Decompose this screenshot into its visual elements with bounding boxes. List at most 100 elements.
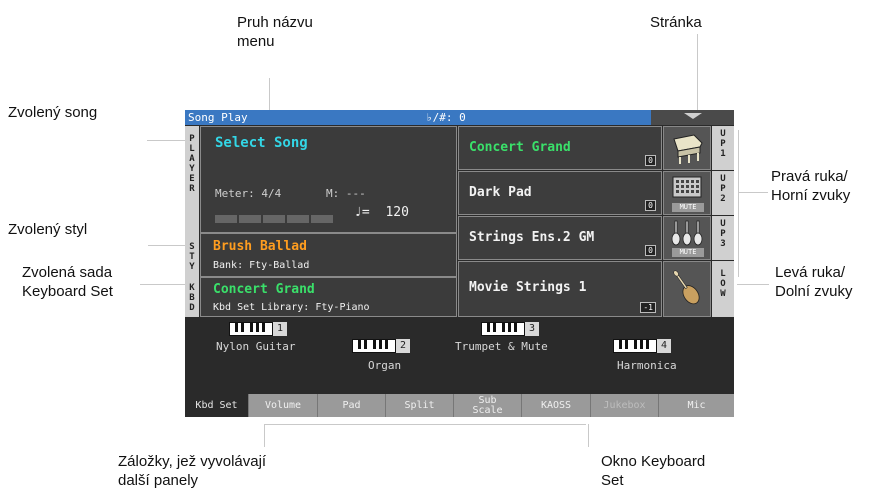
meter-value: 4/4 xyxy=(261,187,282,200)
chevron-down-icon xyxy=(684,113,702,119)
kbd-tab-label: K B D xyxy=(189,283,195,313)
octave-indicator: -1 xyxy=(640,302,656,313)
song-progress-bar xyxy=(215,210,333,228)
annotation-tabs: Záložky, jež vyvolávají další panely xyxy=(118,452,266,490)
style-tab[interactable]: S T Y xyxy=(185,233,199,277)
mute-indicator: MUTE xyxy=(672,203,704,212)
annotation-right-hand-line1: Pravá ruka/ xyxy=(771,168,848,185)
callout-line xyxy=(588,424,589,447)
kbd-set-slot-4[interactable]: 4 xyxy=(613,337,671,355)
sound-name: Concert Grand xyxy=(469,140,571,155)
tab-jukebox: Jukebox xyxy=(591,394,659,417)
keyboard-icon xyxy=(229,321,273,336)
kbd-set-name-1: Nylon Guitar xyxy=(216,340,296,353)
kbd-set-library: Kbd Set Library: Fty-Piano xyxy=(213,302,370,313)
violins-icon[interactable]: MUTE xyxy=(663,216,711,260)
library-value: Fty-Piano xyxy=(315,302,370,313)
keyboard-icon xyxy=(481,321,525,336)
menu-title-bar: Song Play ♭/#: 0 xyxy=(185,110,734,125)
annotation-kbd-window-line1: Okno Keyboard xyxy=(601,453,706,470)
annotation-kbd-window-line2: Set xyxy=(601,472,624,489)
measure-readout: M: --- xyxy=(326,187,366,200)
library-label: Kbd Set Library: xyxy=(213,302,310,313)
annotation-right-hand: Pravá ruka/ Horní zvuky xyxy=(771,167,850,205)
kbd-tab[interactable]: K B D xyxy=(185,277,199,317)
measure-label: M: xyxy=(326,187,340,200)
annotation-kbd-set-line2: Keyboard Set xyxy=(22,283,113,300)
callout-line xyxy=(738,192,768,193)
style-panel[interactable]: Brush Ballad Bank: Fty-Ballad xyxy=(200,233,457,277)
song-panel[interactable]: Select Song Meter: 4/4 M: --- ♩= 120 xyxy=(200,126,457,233)
kbd-set-name-4: Harmonica xyxy=(617,359,677,372)
mute-indicator: MUTE xyxy=(672,248,704,257)
annotation-tabs-line1: Záložky, jež vyvolávají xyxy=(118,453,267,470)
tab-volume[interactable]: Volume xyxy=(249,394,318,417)
kbd-set-name[interactable]: Concert Grand xyxy=(213,282,315,297)
keyboard-icon xyxy=(613,338,657,353)
kbd-set-number: 1 xyxy=(273,321,287,336)
callout-line xyxy=(697,34,698,112)
annotation-kbd-set-line1: Zvolená sada xyxy=(22,264,113,281)
style-name[interactable]: Brush Ballad xyxy=(213,239,307,254)
tab-split[interactable]: Split xyxy=(386,394,454,417)
octave-indicator: 0 xyxy=(645,155,656,166)
piano-icon[interactable] xyxy=(663,126,711,170)
annotation-left-hand-line1: Levá ruka/ xyxy=(775,264,846,281)
style-tab-label: S T Y xyxy=(189,242,195,272)
sound-slot-up3[interactable]: Strings Ens.2 GM 0 xyxy=(458,216,662,260)
callout-line xyxy=(147,140,187,141)
bank-value: Fty-Ballad xyxy=(249,260,310,271)
tab-kbd-set[interactable]: Kbd Set xyxy=(185,394,249,417)
tempo-symbol: ♩= xyxy=(354,205,370,220)
sound-slot-low[interactable]: Movie Strings 1 -1 xyxy=(458,261,662,317)
meter-label: Meter: xyxy=(215,187,255,200)
kbd-set-number: 2 xyxy=(396,338,410,353)
callout-line xyxy=(269,78,270,112)
tab-sub-scale[interactable]: Sub Scale xyxy=(454,394,522,417)
measure-value: --- xyxy=(345,187,366,200)
track-label-up3: UP3 xyxy=(712,216,734,260)
tab-pad[interactable]: Pad xyxy=(318,394,386,417)
callout-line xyxy=(738,130,739,277)
sound-name: Strings Ens.2 GM xyxy=(469,230,595,245)
track-label-up2: UP2 xyxy=(712,171,734,215)
page-menu-button[interactable] xyxy=(651,110,734,125)
kbd-set-name-2: Organ xyxy=(368,359,402,372)
callout-line xyxy=(264,424,586,425)
kbd-set-name-3: Trumpet & Mute xyxy=(455,340,548,353)
track-label-low: LOW xyxy=(712,261,734,317)
tempo-readout[interactable]: ♩= 120 xyxy=(354,205,409,220)
annotation-selected-song: Zvolený song xyxy=(8,104,98,121)
kbd-set-slot-2[interactable]: 2 xyxy=(352,337,410,355)
tab-kaoss[interactable]: KAOSS xyxy=(522,394,591,417)
tab-mic[interactable]: Mic xyxy=(659,394,734,417)
sound-slot-up2[interactable]: Dark Pad 0 xyxy=(458,171,662,215)
kbd-set-slot-3[interactable]: 3 xyxy=(481,320,539,338)
meter-readout: Meter: 4/4 xyxy=(215,187,281,200)
device-screen: Song Play ♭/#: 0 P L A Y E R Select Song… xyxy=(185,110,734,417)
octave-indicator: 0 xyxy=(645,200,656,211)
keyboard-icon xyxy=(352,338,396,353)
sound-slot-up1[interactable]: Concert Grand 0 xyxy=(458,126,662,170)
bank-label: Bank: xyxy=(213,260,244,271)
sound-name: Dark Pad xyxy=(469,185,532,200)
kbd-set-number: 3 xyxy=(525,321,539,336)
annotation-tabs-line2: další panely xyxy=(118,472,199,489)
octave-indicator: 0 xyxy=(645,245,656,256)
player-tab[interactable]: P L A Y E R xyxy=(185,126,199,233)
annotation-menu-bar-line1: Pruh názvu xyxy=(237,14,313,31)
kbd-set-number: 4 xyxy=(657,338,671,353)
style-bank: Bank: Fty-Ballad xyxy=(213,260,309,271)
song-name[interactable]: Select Song xyxy=(215,135,308,151)
sound-name: Movie Strings 1 xyxy=(469,280,587,295)
cello-icon[interactable] xyxy=(663,261,711,317)
annotation-menu-bar-line2: menu xyxy=(237,33,275,50)
kbd-set-panel[interactable]: Concert Grand Kbd Set Library: Fty-Piano xyxy=(200,277,457,317)
annotation-right-hand-line2: Horní zvuky xyxy=(771,187,851,204)
kbd-set-slot-1[interactable]: 1 xyxy=(229,320,287,338)
annotation-left-hand: Levá ruka/ Dolní zvuky xyxy=(775,263,853,301)
annotation-left-hand-line2: Dolní zvuky xyxy=(775,283,853,300)
tempo-value: 120 xyxy=(385,205,409,220)
synth-pad-icon[interactable]: MUTE xyxy=(663,171,711,215)
callout-line xyxy=(737,284,769,285)
